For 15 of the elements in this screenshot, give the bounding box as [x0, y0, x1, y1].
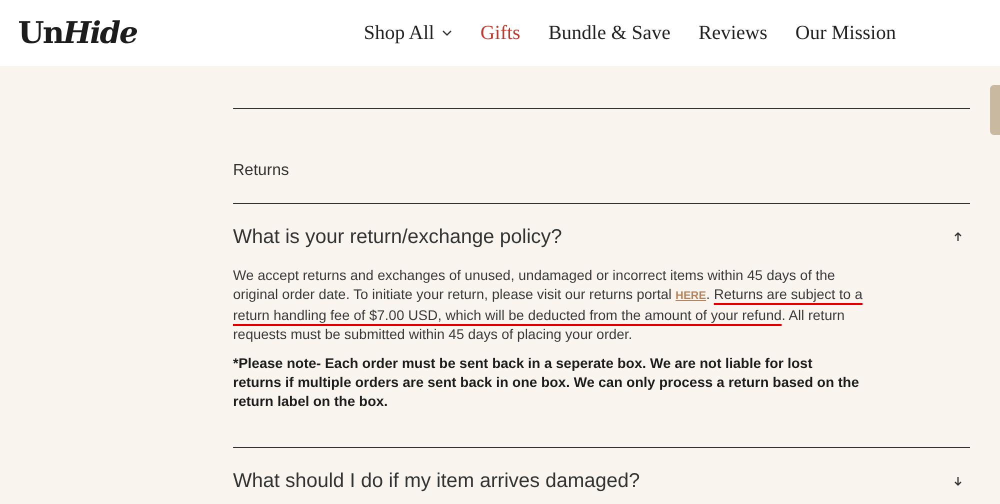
arrow-up-icon[interactable]	[954, 232, 962, 242]
arrow-down-icon[interactable]	[954, 476, 962, 486]
nav-link[interactable]: Bundle & Save	[548, 18, 671, 48]
chevron-down-icon[interactable]	[442, 30, 452, 36]
note-paragraph: *Please note- Each order must be sent back in a seperate box. We are not liable for lost returns if multiple orders are sent back in one box. We can only process a return based on the return label on the box.	[233, 354, 860, 411]
nav-link[interactable]: Shop All	[364, 18, 434, 48]
answer-paragraph: We accept returns and exchanges of unused, undamaged or incorrect items within 45 days of the original order date. To initiate your return, please visit our returns portal HERE. Returns are subject to a return handling fee of $7.00 USD, which will be deducted from the amount of your refund. All return requests must be submitted within 45 days of placing your order.	[233, 266, 864, 344]
faq-question[interactable]: What should I do if my item arrives damaged?	[233, 466, 640, 496]
section-title: Returns	[233, 161, 290, 181]
nav-link[interactable]: Reviews	[698, 18, 768, 48]
nav-link[interactable]: Gifts	[480, 18, 520, 48]
logo[interactable]: UnHide	[18, 10, 137, 56]
nav-link[interactable]: Our Mission	[795, 18, 896, 48]
scrollbar-thumb[interactable]	[990, 85, 1000, 135]
faq-question[interactable]: What is your return/exchange policy?	[233, 222, 562, 252]
